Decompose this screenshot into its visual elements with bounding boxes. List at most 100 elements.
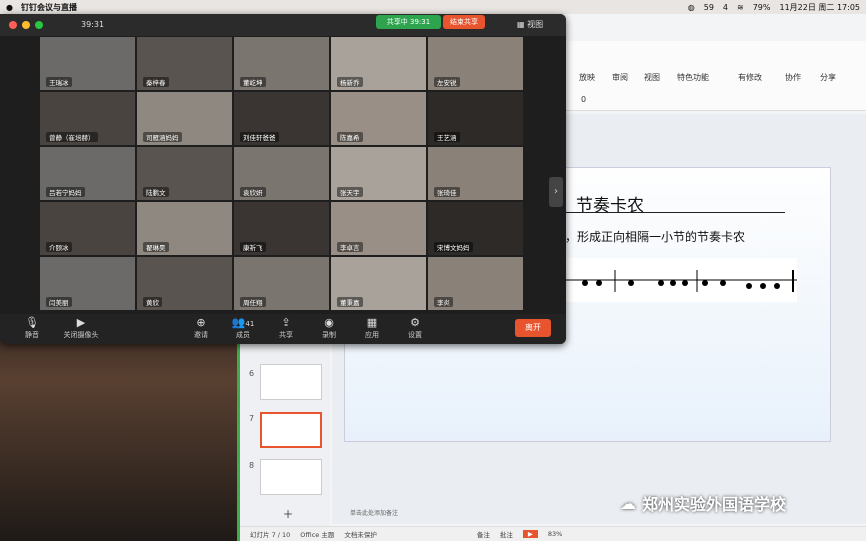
ribbon-tab-review[interactable]: 审阅	[612, 72, 628, 83]
participant-tile[interactable]: 李炎	[428, 257, 523, 310]
notes-placeholder[interactable]: 单击此处添加备注	[350, 508, 398, 517]
status-bar: 幻灯片 7 / 10 Office 主题 文档未保护 备注 批注 ▶ 83%	[240, 526, 866, 541]
apple-icon[interactable]: ●	[6, 3, 13, 12]
settings-button[interactable]: ⚙ 设置	[395, 316, 435, 340]
participant-name: 吕若宁妈妈	[46, 187, 85, 197]
participant-tile[interactable]: 宋博文妈妈	[428, 202, 523, 255]
participant-name: 李卓言	[337, 242, 363, 252]
participant-tile[interactable]: 黄欣	[137, 257, 232, 310]
participant-tile[interactable]: 吕若宁妈妈	[40, 147, 135, 200]
play-button[interactable]: ▶	[522, 530, 538, 538]
slide-number: 8	[249, 461, 255, 470]
record-button[interactable]: ◉ 录制	[309, 316, 349, 340]
participant-name: 张天宇	[337, 187, 363, 197]
apps-label: 应用	[365, 331, 379, 339]
stop-sharing-button[interactable]: 结束共享	[443, 15, 485, 29]
record-label: 录制	[322, 331, 336, 339]
participant-tile[interactable]: 张天宇	[331, 147, 426, 200]
theme-name: Office 主题	[300, 531, 335, 539]
protect-status[interactable]: 文档未保护	[344, 529, 377, 539]
wifi-icon[interactable]: ≋	[737, 3, 744, 12]
ribbon-tab-slideshow[interactable]: 放映	[579, 72, 595, 83]
participant-name: 陈嘉希	[337, 132, 363, 142]
participant-tile[interactable]: 董秉嘉	[331, 257, 426, 310]
participant-tile[interactable]: 王艺涵	[428, 92, 523, 145]
members-button[interactable]: 👥41 成员	[223, 316, 263, 340]
participant-tile[interactable]: 王瑞冰	[40, 37, 135, 90]
share-button[interactable]: ⇪ 共享	[266, 316, 306, 340]
participant-tile[interactable]: 李卓言	[331, 202, 426, 255]
mac-menubar: ● 钉钉会议与直播 ◍ 59 4 ≋ 79% 11月22日 周二 17:05	[0, 0, 866, 14]
participant-tile[interactable]: 杨新乔	[331, 37, 426, 90]
ribbon-tab-view[interactable]: 视图	[644, 72, 660, 83]
close-window-icon[interactable]	[9, 21, 17, 29]
clock[interactable]: 11月22日 周二 17:05	[780, 2, 861, 13]
participant-tile[interactable]: 刘佳轩爸爸	[234, 92, 329, 145]
participant-name: 秦梓春	[143, 77, 169, 87]
notification-counter[interactable]: 59	[704, 3, 714, 12]
apps-button[interactable]: ▦ 应用	[352, 316, 392, 340]
participant-name: 刘佳轩爸爸	[240, 132, 279, 142]
participant-tile[interactable]: 秦梓春	[137, 37, 232, 90]
participant-name: 陆鹏文	[143, 187, 169, 197]
ribbon-share[interactable]: 分享	[820, 72, 836, 83]
microphone-icon: 🎙	[25, 316, 39, 329]
slide-thumbnail[interactable]	[260, 459, 322, 495]
maximize-window-icon[interactable]	[35, 21, 43, 29]
participant-tile[interactable]: 张琦佳	[428, 147, 523, 200]
slide-number: 7	[249, 414, 255, 423]
members-label: 成员	[236, 331, 250, 339]
font-size-field[interactable]: 0	[581, 95, 586, 104]
participant-tile[interactable]: 左安锐	[428, 37, 523, 90]
participant-tile[interactable]: 曾静（崔培赫）	[40, 92, 135, 145]
participant-tile[interactable]: 翟琳昊	[137, 202, 232, 255]
slide-thumbnail[interactable]	[260, 364, 322, 400]
camera-label: 关闭摄像头	[63, 331, 99, 339]
participant-tile[interactable]: 闫美丽	[40, 257, 135, 310]
view-label: 视图	[527, 20, 544, 29]
slide-indicator: 幻灯片 7 / 10	[250, 531, 291, 539]
participant-tile[interactable]: 陆鹏文	[137, 147, 232, 200]
camera-icon: ▶	[76, 316, 86, 329]
comments-toggle[interactable]: 批注	[500, 529, 513, 539]
participant-tile[interactable]: 袁欣妍	[234, 147, 329, 200]
members-icon: 👥41	[231, 316, 255, 329]
settings-label: 设置	[408, 331, 422, 339]
participant-tile[interactable]: 介颐冰	[40, 202, 135, 255]
ribbon-tab-features[interactable]: 特色功能	[677, 72, 709, 83]
participant-tile[interactable]: 董屹坤	[234, 37, 329, 90]
slide-thumbnail-selected[interactable]	[260, 412, 322, 448]
participant-tile[interactable]: 周任翔	[234, 257, 329, 310]
notes-toggle[interactable]: 备注	[477, 529, 490, 539]
leave-meeting-button[interactable]: 离开	[515, 319, 551, 337]
participant-name: 袁欣妍	[240, 187, 266, 197]
ipad-count[interactable]: 4	[723, 3, 728, 12]
next-page-arrow-icon[interactable]: ›	[549, 177, 563, 207]
mute-button[interactable]: 🎙 静音	[12, 316, 52, 340]
minimize-window-icon[interactable]	[22, 21, 30, 29]
ribbon-modified[interactable]: 有修改	[738, 72, 762, 83]
gear-icon: ⚙	[410, 316, 420, 329]
participant-name: 司雁涵妈妈	[143, 132, 182, 142]
wechat-icon[interactable]: ◍	[688, 3, 695, 12]
battery-percent[interactable]: 79%	[753, 3, 771, 12]
view-button[interactable]: ▦ 视图	[517, 19, 543, 30]
meeting-toolbar: 🎙 静音 ▶ 关闭摄像头 ⊕ 邀请 👥41 成员 ⇪ 共享 ◉ 录制 ▦ 应用 ⚙ 设置 离开	[0, 314, 566, 344]
app-name[interactable]: 钉钉会议与直播	[21, 2, 77, 13]
participant-tile[interactable]: 司雁涵妈妈	[137, 92, 232, 145]
camera-button[interactable]: ▶ 关闭摄像头	[57, 316, 105, 340]
participant-name: 介颐冰	[46, 242, 72, 252]
members-count: 41	[245, 320, 255, 328]
meeting-titlebar: 39:31 共享中 39:31 结束共享 ▦ 视图	[0, 14, 566, 36]
zoom-level[interactable]: 83%	[548, 530, 562, 538]
ribbon-collaborate[interactable]: 协作	[785, 72, 801, 83]
watermark-text: 郑州实验外国语学校	[642, 495, 787, 514]
watermark: ☁ 郑州实验外国语学校	[620, 491, 786, 515]
slide-body-text: ，形成正向相隔一小节的节奏卡农	[565, 230, 746, 244]
participant-tile[interactable]: 陈嘉希	[331, 92, 426, 145]
participant-name: 杨新乔	[337, 77, 363, 87]
participant-tile[interactable]: 康祈飞	[234, 202, 329, 255]
share-label: 共享	[279, 331, 293, 339]
add-slide-icon[interactable]: +	[283, 507, 293, 521]
invite-button[interactable]: ⊕ 邀请	[181, 316, 221, 340]
